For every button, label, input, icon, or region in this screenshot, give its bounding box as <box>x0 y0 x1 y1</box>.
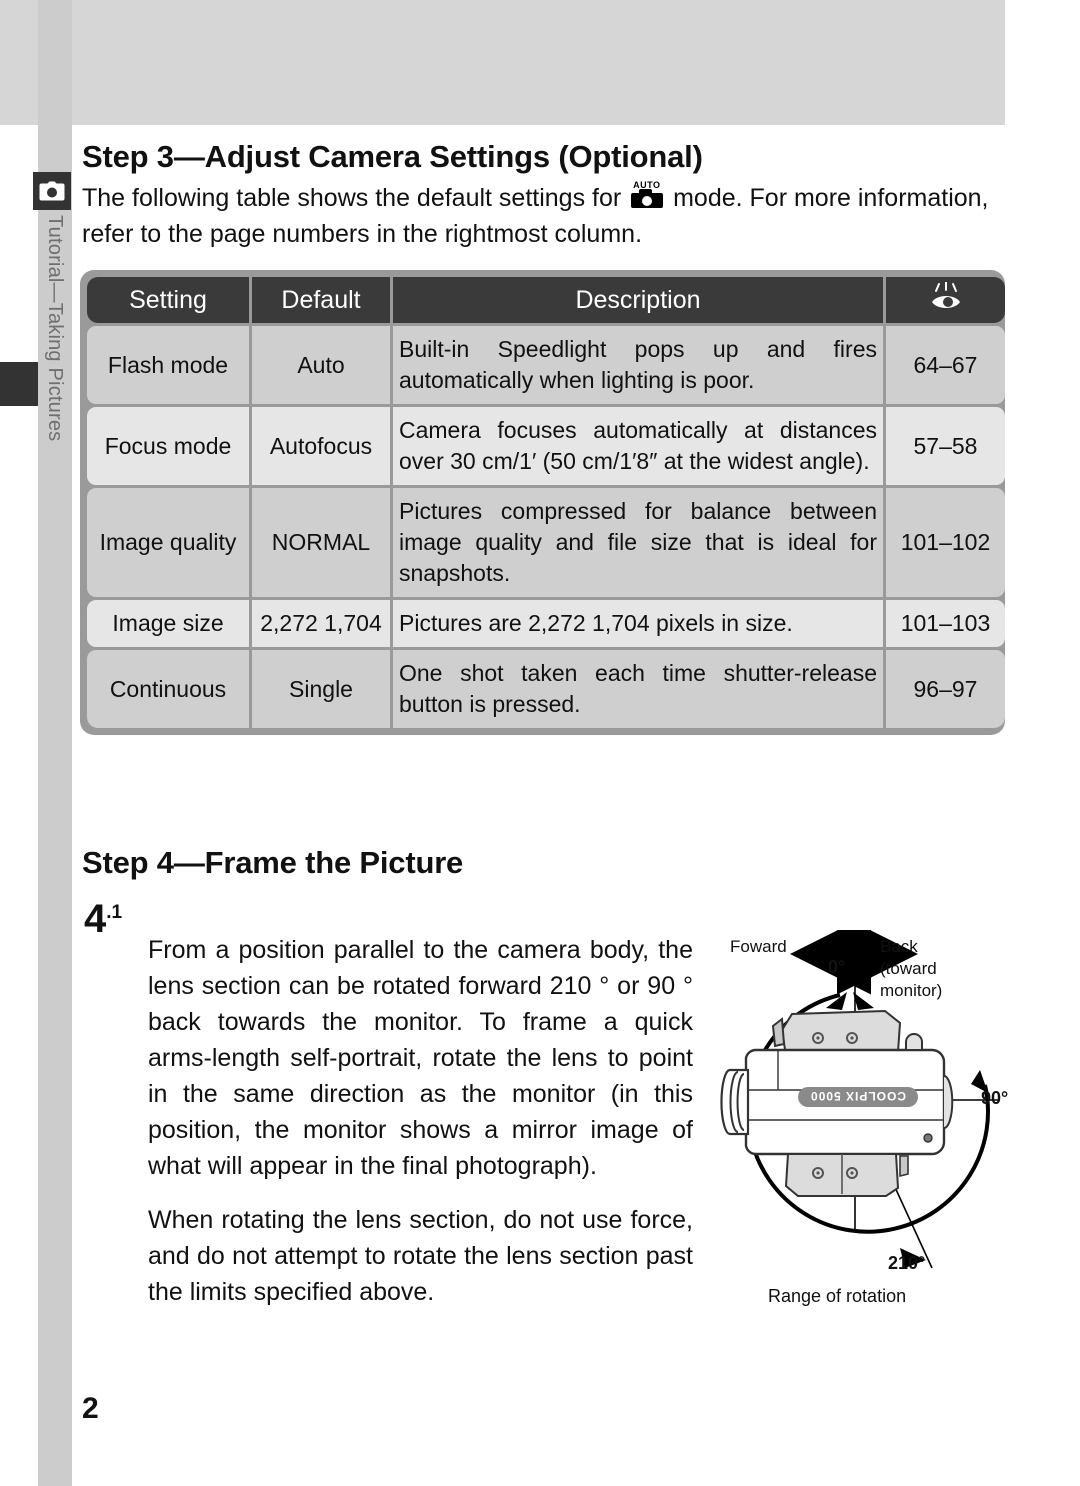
cell-setting: Image quality <box>87 488 249 597</box>
settings-table-body: Flash mode Auto Built-in Speedlight pops… <box>87 326 1005 728</box>
page-number: 2 <box>82 1392 99 1425</box>
cell-description: Pictures compressed for balance between … <box>393 488 883 597</box>
figure-label-zero-degrees: 0° <box>828 957 846 977</box>
table-row: Continuous Single One shot taken each ti… <box>87 650 1005 728</box>
table-row: Flash mode Auto Built-in Speedlight pops… <box>87 326 1005 404</box>
rotation-diagram: COOLPIX 5000 Foward Back (toward monitor… <box>700 930 1010 1320</box>
step4-body: From a position parallel to the camera b… <box>148 932 693 1310</box>
cell-description: Pictures are 2,272 1,704 pixels in size. <box>393 600 883 647</box>
camera-illustration: COOLPIX 5000 <box>720 1009 954 1197</box>
figure-label-two-ten-degrees: 210° <box>888 1253 926 1273</box>
table-row: Focus mode Autofocus Camera focuses auto… <box>87 407 1005 485</box>
cell-description: Built-in Speedlight pops up and fires au… <box>393 326 883 404</box>
auto-mode-icon: AUTO <box>630 181 664 210</box>
cell-default: Autofocus <box>252 407 390 485</box>
cell-description: One shot taken each time shutter-release… <box>393 650 883 728</box>
intro-paragraph: The following table shows the default se… <box>82 180 1007 252</box>
rotation-diagram-svg: COOLPIX 5000 <box>720 930 1000 1269</box>
sidebar-tab-marker <box>0 362 38 406</box>
intro-text-before: The following table shows the default se… <box>82 184 629 212</box>
step4-paragraph-1: From a position parallel to the camera b… <box>148 936 693 1180</box>
column-header-default: Default <box>252 277 390 323</box>
cell-description: Camera focuses automatically at distance… <box>393 407 883 485</box>
column-header-setting: Setting <box>87 277 249 323</box>
figure-label-ninety-degrees: 90° <box>981 1088 1009 1108</box>
step4-paragraph-2: When rotating the lens section, do not u… <box>148 1206 693 1306</box>
cell-pages: 101–102 <box>886 488 1005 597</box>
cell-pages: 96–97 <box>886 650 1005 728</box>
settings-table: Setting Default Description Flash mode A… <box>84 274 1008 731</box>
cell-default: Auto <box>252 326 390 404</box>
table-row: Image size 2,272 1,704 Pictures are 2,27… <box>87 600 1005 647</box>
figure-caption: Range of rotation <box>768 1286 907 1306</box>
figure-label-back-line1: Back <box>880 937 918 956</box>
sidebar-section-label-text: Tutorial—Taking Pictures <box>44 215 66 442</box>
column-header-reference <box>886 277 1005 323</box>
top-gray-band <box>0 0 1005 125</box>
step3-heading: Step 3—Adjust Camera Settings (Optional) <box>82 139 782 178</box>
cell-setting: Image size <box>87 600 249 647</box>
camera-icon <box>33 172 71 210</box>
step4-heading: Step 4—Frame the Picture <box>82 845 512 884</box>
cell-pages: 101–103 <box>886 600 1005 647</box>
figure-label-foward: Foward <box>730 937 787 956</box>
cell-pages: 64–67 <box>886 326 1005 404</box>
cell-default: 2,272 1,704 <box>252 600 390 647</box>
step-number-sub: .1 <box>106 902 123 923</box>
cell-setting: Flash mode <box>87 326 249 404</box>
column-header-description: Description <box>393 277 883 323</box>
table-row: Image quality NORMAL Pictures compressed… <box>87 488 1005 597</box>
step4-heading-text: Step 4—Frame the Picture <box>82 845 464 880</box>
sidebar-section-label: Tutorial—Taking Pictures <box>38 215 72 555</box>
cell-setting: Continuous <box>87 650 249 728</box>
table-header-row: Setting Default Description <box>87 277 1005 323</box>
step-number-main: 4 <box>84 897 107 941</box>
cell-default: NORMAL <box>252 488 390 597</box>
figure-label-back-line2: (toward <box>880 959 937 978</box>
step3-heading-text: Step 3—Adjust Camera Settings (Optional) <box>82 139 703 174</box>
step-number: 4.1 <box>84 897 122 942</box>
figure-label-back: Back (toward monitor) <box>880 936 942 1002</box>
cell-default: Single <box>252 650 390 728</box>
settings-table-wrapper: Setting Default Description Flash mode A… <box>80 270 1005 735</box>
figure-label-back-line3: monitor) <box>880 981 943 1000</box>
cell-pages: 57–58 <box>886 407 1005 485</box>
eye-reference-icon <box>931 281 960 308</box>
svg-text:COOLPIX 5000: COOLPIX 5000 <box>810 1089 906 1103</box>
cell-setting: Focus mode <box>87 407 249 485</box>
